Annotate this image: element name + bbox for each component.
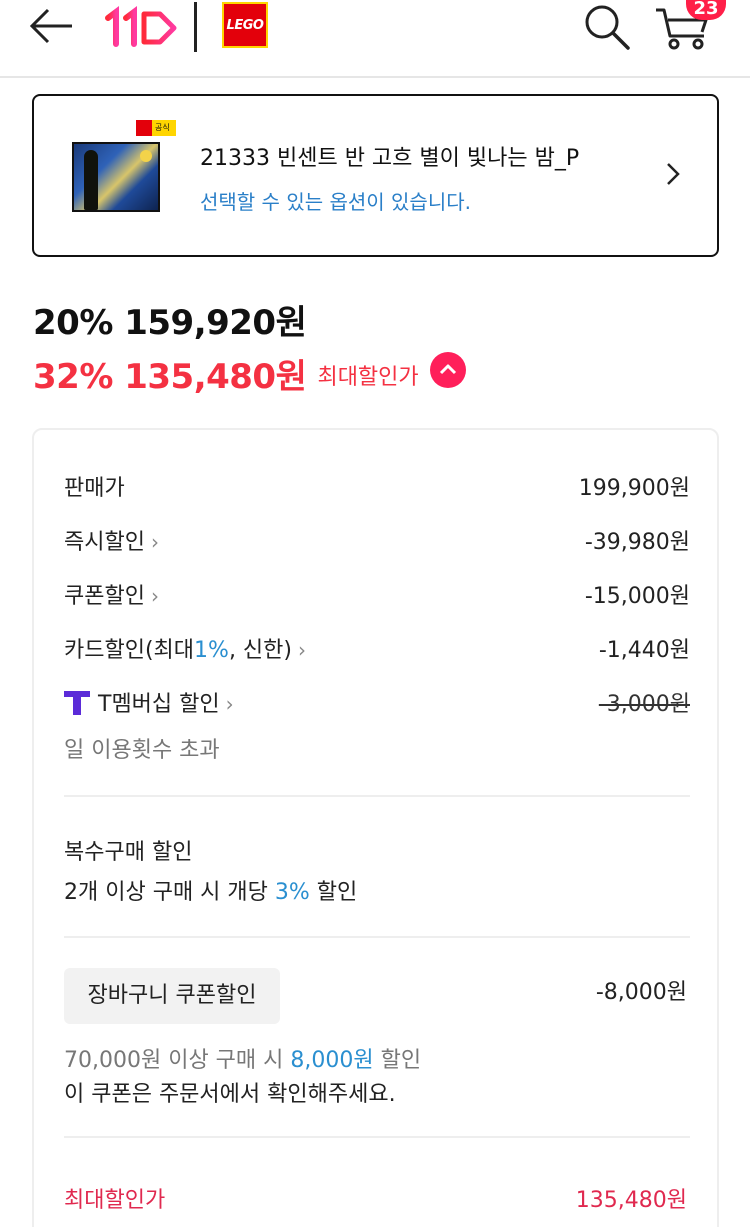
multi-buy-desc-post: 할인 [309,880,358,905]
header-divider [194,2,197,52]
row-label: 판매가 [64,476,125,501]
search-icon[interactable] [580,2,634,52]
multi-buy-desc-pre: 2개 이상 구매 시 개당 [64,880,275,905]
cart-coupon-note: 70,000원 이상 구매 시 8,000원 할인 [64,1042,421,1074]
product-title: 21333 빈센트 반 고흐 별이 빛나는 밤_P [200,146,580,171]
row-amount: -3,000원 [598,692,690,717]
breakdown-row-card-discount[interactable]: 카드할인(최대1%, 신한) › -1,440원 [64,632,690,666]
cart-coupon-amount: -8,000원 [595,980,687,1005]
cart-coupon-note-2: 이 쿠폰은 주문서에서 확인해주세요. [64,1082,396,1107]
cypress-shape [84,150,98,210]
product-thumbnail: 공식 [72,120,176,216]
sale-price: 20% 159,920원 [33,303,307,343]
divider [64,795,690,797]
chevron-right-icon[interactable]: › [151,584,159,608]
row-label: 쿠폰할인 [64,584,145,609]
divider [64,1136,690,1138]
row-label: 즉시할인 [64,530,145,555]
max-discount-price-line: 32% 135,480원 최대할인가 [33,349,466,398]
cart-coupon-button[interactable]: 장바구니 쿠폰할인 [64,968,280,1024]
card-issuer: , 신한) [228,638,292,663]
tmembership-note: 일 이용횟수 초과 [64,738,220,763]
divider [64,936,690,938]
chevron-up-icon[interactable] [429,352,466,388]
chevron-right-icon[interactable] [664,158,684,190]
lego-brand-logo[interactable]: LEGO [222,2,268,48]
card-rate: 1% [194,638,229,663]
row-amount: 199,900원 [578,476,690,501]
lego-mini-logo-icon [136,120,152,136]
row-amount: -1,440원 [598,638,690,663]
breakdown-row-coupon-discount[interactable]: 쿠폰할인 › -15,000원 [64,578,690,612]
multi-buy-rate: 3% [274,880,310,905]
final-price-label: 최대할인가 [64,1188,166,1213]
official-badge: 공식 [136,120,176,136]
t-membership-icon [64,689,90,715]
multi-buy-title: 복수구매 할인 [64,840,193,865]
back-arrow-icon[interactable] [26,6,78,46]
row-amount: -15,000원 [584,584,690,609]
moon-shape [140,150,152,162]
cart-count-badge: 23 [686,0,726,20]
breakdown-row-instant-discount[interactable]: 즉시할인 › -39,980원 [64,524,690,558]
official-badge-label: 공식 [155,123,170,132]
price-breakdown-panel: 판매가 199,900원 즉시할인 › -39,980원 쿠폰할인 › -15,00… [32,428,719,1227]
row-label: T멤버십 할인 [98,692,220,717]
row-amount: -39,980원 [584,530,690,555]
product-image [72,142,160,212]
chevron-right-icon[interactable]: › [151,530,159,554]
cart-note-pre: 70,000원 이상 구매 시 [64,1048,291,1073]
top-header: LEGO 23 [0,0,750,78]
option-select-card[interactable]: 공식 21333 빈센트 반 고흐 별이 빛나는 밤_P 선택할 수 있는 옵션… [32,94,719,257]
site-logo-icon[interactable] [104,4,178,48]
cart-note-post: 할인 [373,1048,422,1073]
breakdown-row-list-price: 판매가 199,900원 [64,470,690,504]
final-price-amount: 135,480원 [575,1188,687,1213]
lego-logo-text: LEGO [226,17,264,33]
cart-note-amount: 8,000원 [290,1048,374,1073]
max-discount-label: 최대할인가 [317,365,419,390]
option-hint: 선택할 수 있는 옵션이 있습니다. [200,190,471,214]
chevron-right-icon[interactable]: › [298,638,306,662]
multi-buy-desc: 2개 이상 구매 시 개당 3% 할인 [64,874,357,906]
max-discount-price: 32% 135,480원 [33,357,307,397]
chevron-right-icon[interactable]: › [226,692,234,716]
breakdown-row-tmembership[interactable]: T멤버십 할인 › -3,000원 [64,686,690,720]
row-label: 카드할인(최대 [64,638,195,663]
